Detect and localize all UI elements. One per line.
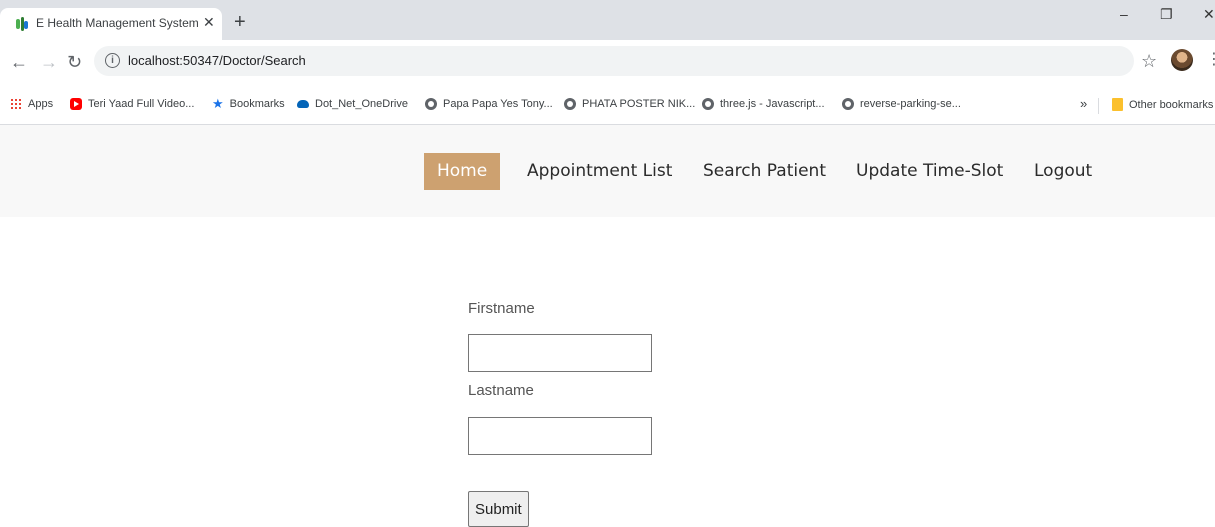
app-navbar: Home Appointment List Search Patient Upd… [0, 125, 1215, 217]
apps-icon [10, 98, 22, 110]
bookmark-phata-poster[interactable]: PHATA POSTER NIK... [564, 98, 695, 110]
bookmark-star-icon[interactable]: ☆ [1141, 51, 1157, 72]
tab-close-icon[interactable]: ✕ [203, 14, 215, 31]
window-close-icon[interactable]: ✕ [1203, 6, 1215, 23]
submit-button[interactable]: Submit [468, 491, 529, 527]
nav-update-time-slot[interactable]: Update Time-Slot [856, 153, 1003, 190]
globe-icon [564, 98, 576, 110]
address-bar[interactable]: i localhost:50347/Doctor/Search [94, 46, 1134, 76]
reload-icon[interactable]: ↻ [67, 53, 82, 71]
other-bookmarks[interactable]: Other bookmarks [1112, 98, 1213, 111]
bookmark-reverse-parking[interactable]: reverse-parking-se... [842, 98, 961, 110]
browser-tab-strip: E Health Management System ✕ + – ❐ ✕ [0, 0, 1215, 40]
youtube-icon [70, 98, 82, 110]
menu-icon[interactable]: ⋮ [1206, 49, 1215, 69]
nav-home[interactable]: Home [424, 153, 501, 190]
cloud-icon [297, 100, 309, 108]
forward-icon[interactable]: → [40, 53, 58, 71]
bookmark-papa-papa[interactable]: Papa Papa Yes Tony... [425, 98, 553, 110]
health-favicon-icon [16, 17, 28, 31]
browser-tab[interactable]: E Health Management System ✕ [0, 8, 222, 40]
bookmark-bookmarks[interactable]: ★ Bookmarks [212, 96, 285, 111]
bookmarks-bar: Apps Teri Yaad Full Video... ★ Bookmarks… [0, 88, 1215, 125]
globe-icon [425, 98, 437, 110]
bookmark-dot-net-onedrive[interactable]: Dot_Net_OneDrive [297, 98, 408, 110]
tab-title: E Health Management System [36, 16, 199, 30]
lastname-input[interactable] [468, 417, 652, 455]
folder-icon [1112, 98, 1123, 111]
browser-toolbar: ← → ↻ i localhost:50347/Doctor/Search ☆ … [0, 40, 1215, 88]
nav-appointment-list[interactable]: Appointment List [527, 153, 672, 190]
info-icon[interactable]: i [105, 53, 120, 68]
globe-icon [702, 98, 714, 110]
firstname-label: Firstname [468, 300, 535, 317]
star-icon: ★ [212, 96, 224, 111]
bookmark-threejs[interactable]: three.js - Javascript... [702, 98, 825, 110]
bookmarks-divider [1098, 98, 1099, 114]
bookmark-teri-yaad[interactable]: Teri Yaad Full Video... [70, 98, 194, 110]
bookmark-apps[interactable]: Apps [10, 98, 53, 110]
nav-logout[interactable]: Logout [1034, 153, 1092, 190]
url-text[interactable]: localhost:50347/Doctor/Search [128, 53, 306, 68]
globe-icon [842, 98, 854, 110]
restore-icon[interactable]: ❐ [1160, 6, 1173, 23]
minimize-icon[interactable]: – [1120, 6, 1128, 22]
nav-search-patient[interactable]: Search Patient [703, 153, 826, 190]
lastname-label: Lastname [468, 382, 534, 399]
back-icon[interactable]: ← [10, 53, 28, 71]
firstname-input[interactable] [468, 334, 652, 372]
bookmarks-overflow-icon[interactable]: » [1080, 96, 1087, 111]
profile-avatar[interactable] [1171, 49, 1193, 71]
new-tab-icon[interactable]: + [234, 12, 246, 32]
